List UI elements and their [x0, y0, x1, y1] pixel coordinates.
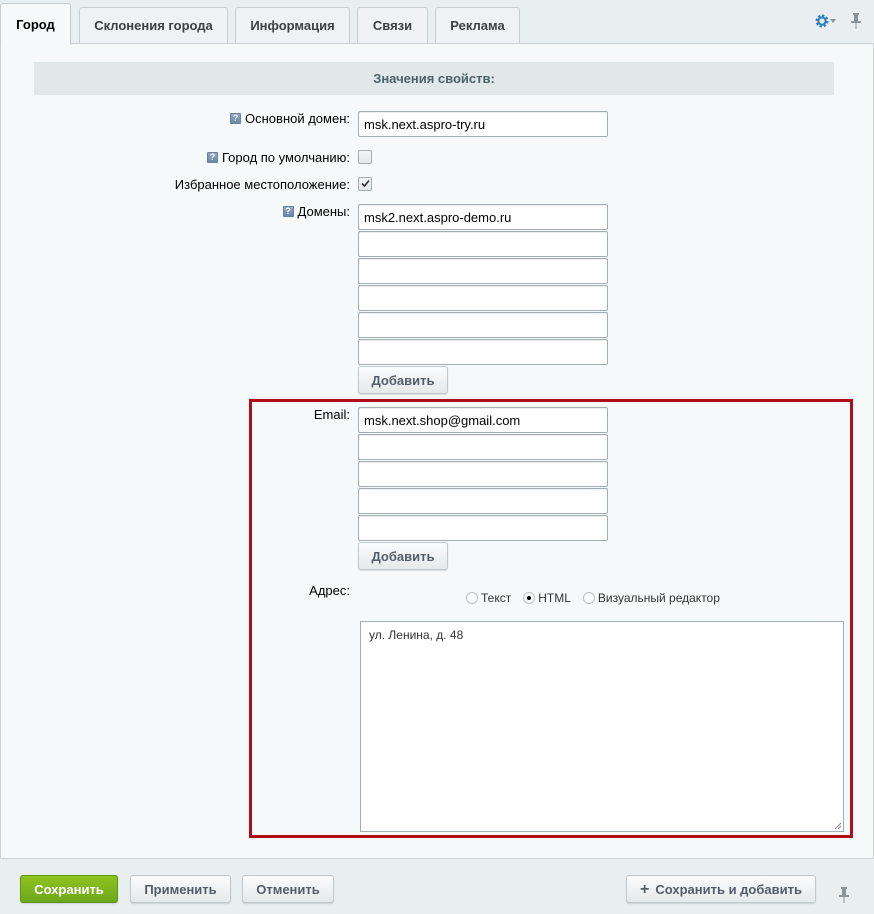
tab-label: Реклама: [450, 18, 505, 33]
tab-label: Информация: [250, 18, 335, 33]
main-domain-label: Основной домен:: [245, 111, 350, 126]
domains-input[interactable]: [358, 285, 608, 311]
address-textarea[interactable]: ул. Ленина, д. 48: [360, 621, 844, 832]
plus-icon: +: [640, 880, 650, 898]
default-city-label: Город по умолчанию:: [222, 150, 350, 165]
tab-label: Город: [16, 17, 55, 32]
email-label: Email:: [313, 407, 350, 422]
mode-html-label: HTML: [538, 591, 571, 605]
pin-icon[interactable]: [838, 886, 850, 904]
cancel-button[interactable]: Отменить: [242, 875, 334, 903]
favorite-location-checkbox[interactable]: [358, 177, 372, 191]
mode-visual-option[interactable]: Визуальный редактор: [582, 591, 720, 605]
section-header: Значения свойств:: [34, 62, 834, 95]
main-domain-input[interactable]: [358, 111, 608, 137]
domains-input[interactable]: [358, 339, 608, 365]
tab-declensions[interactable]: Склонения города: [79, 7, 228, 43]
email-input[interactable]: [358, 515, 608, 541]
email-input[interactable]: [358, 407, 608, 433]
domains-label: Домены:: [297, 204, 350, 219]
save-and-add-label: Сохранить и добавить: [655, 881, 802, 897]
apply-label: Применить: [144, 881, 217, 897]
email-add-button[interactable]: Добавить: [358, 542, 448, 570]
save-label: Сохранить: [34, 881, 104, 897]
help-icon[interactable]: ?: [282, 206, 294, 217]
domains-add-button[interactable]: Добавить: [358, 366, 448, 394]
help-icon[interactable]: ?: [230, 113, 242, 124]
email-input[interactable]: [358, 434, 608, 460]
save-and-add-button[interactable]: + Сохранить и добавить: [626, 875, 816, 903]
email-input[interactable]: [358, 488, 608, 514]
chevron-down-icon[interactable]: [830, 19, 836, 23]
mode-text-radio[interactable]: [466, 592, 478, 604]
mode-html-option[interactable]: HTML: [523, 591, 571, 605]
checkmark-icon: [361, 179, 370, 188]
tabs-bar: Город Склонения города Информация Связи …: [0, 0, 874, 45]
email-input[interactable]: [358, 461, 608, 487]
mode-visual-label: Визуальный редактор: [597, 591, 720, 605]
domains-input[interactable]: [358, 204, 608, 230]
domains-input[interactable]: [358, 231, 608, 257]
pin-icon[interactable]: [850, 12, 862, 30]
tab-links[interactable]: Связи: [357, 7, 428, 43]
section-title: Значения свойств:: [373, 71, 495, 86]
apply-button[interactable]: Применить: [130, 875, 231, 903]
email-add-label: Добавить: [371, 548, 435, 564]
tab-advertising[interactable]: Реклама: [435, 7, 520, 43]
mode-text-option[interactable]: Текст: [466, 591, 511, 605]
save-button[interactable]: Сохранить: [20, 875, 118, 903]
favorite-location-label-row: Избранное местоположение:: [175, 177, 350, 192]
email-label-row: Email:: [314, 407, 350, 422]
address-label-row: Адрес:: [309, 583, 350, 598]
mode-text-label: Текст: [481, 591, 512, 605]
help-icon[interactable]: ?: [207, 152, 218, 163]
gear-icon[interactable]: [814, 13, 830, 29]
address-label: Адрес:: [309, 583, 350, 598]
address-mode-group: Текст HTML Визуальный редактор: [466, 590, 732, 606]
address-value: ул. Ленина, д. 48: [369, 628, 464, 642]
domains-label-row: ? Домены:: [282, 204, 350, 219]
resize-handle-icon[interactable]: [834, 822, 842, 830]
main-domain-label-row: ? Основной домен:: [230, 111, 350, 126]
mode-html-radio[interactable]: [523, 592, 536, 604]
domains-input[interactable]: [358, 258, 608, 284]
tab-city[interactable]: Город: [0, 3, 71, 45]
tab-information[interactable]: Информация: [235, 7, 350, 43]
mode-visual-radio[interactable]: [582, 592, 595, 604]
favorite-location-label: Избранное местоположение:: [174, 177, 350, 192]
default-city-label-row: ? Город по умолчанию:: [207, 150, 350, 165]
domains-input[interactable]: [358, 312, 608, 338]
domains-add-label: Добавить: [371, 372, 435, 388]
cancel-label: Отменить: [256, 881, 320, 897]
default-city-checkbox[interactable]: [358, 150, 372, 164]
tab-label: Связи: [372, 18, 413, 33]
tab-label: Склонения города: [94, 18, 213, 33]
footer-bar: Сохранить Применить Отменить + Сохранить…: [0, 858, 874, 914]
